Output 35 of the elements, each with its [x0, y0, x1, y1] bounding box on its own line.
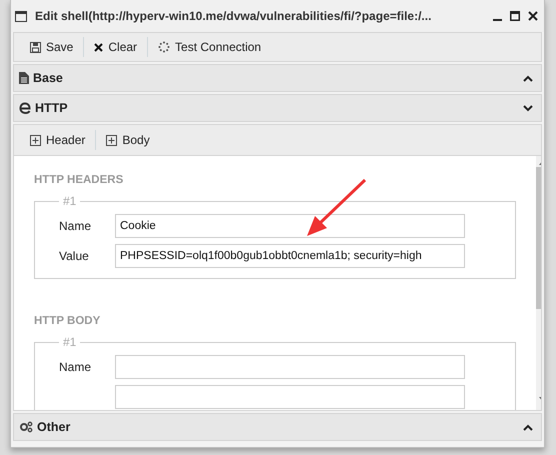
plus-box-icon: [30, 134, 41, 146]
window-title: Edit shell(http://hyperv-win10.me/dvwa/vulnerabilities/fi/?page=file:/...: [35, 9, 432, 23]
group-heading: HTTP HEADERS: [34, 174, 124, 186]
toolbar-button[interactable]: Test Connection: [147, 37, 272, 57]
entry-number: #1: [62, 194, 78, 208]
close-icon[interactable]: [528, 11, 538, 21]
save-icon: [30, 42, 41, 52]
maximize-icon[interactable]: [510, 11, 520, 21]
input-field[interactable]: [115, 355, 465, 379]
chevron-up-icon: [523, 424, 533, 430]
section-header[interactable]: Base: [13, 64, 542, 92]
toolbar-button[interactable]: Save: [20, 37, 84, 57]
gears-icon: [19, 421, 33, 433]
add-button[interactable]: Header: [20, 130, 96, 150]
annotation-arrow: [305, 178, 367, 238]
add-button[interactable]: Body: [95, 130, 160, 150]
document-icon: [19, 72, 29, 84]
close-icon: [94, 42, 104, 52]
input-field[interactable]: Cookie: [115, 214, 465, 238]
field-label: Value: [59, 249, 90, 263]
spinner-icon: [158, 41, 170, 53]
chevron-up-icon: [523, 74, 533, 82]
toolbar-button[interactable]: Clear: [83, 37, 148, 57]
section-header[interactable]: Other: [13, 413, 542, 441]
window-icon: [15, 10, 27, 22]
plus-box-icon: [106, 134, 118, 146]
field-label: Name: [59, 219, 92, 233]
section-header[interactable]: HTTP: [13, 94, 542, 122]
entry-number: #1: [62, 335, 78, 349]
field-label: Name: [59, 360, 92, 374]
input-field[interactable]: [115, 385, 465, 409]
chevron-down-icon: [523, 104, 533, 112]
input-field[interactable]: PHPSESSID=olq1f00b0gub1obbt0cnemla1b; security=high: [115, 244, 465, 268]
group-heading: HTTP BODY: [34, 315, 102, 327]
e-logo-icon: [19, 102, 31, 114]
